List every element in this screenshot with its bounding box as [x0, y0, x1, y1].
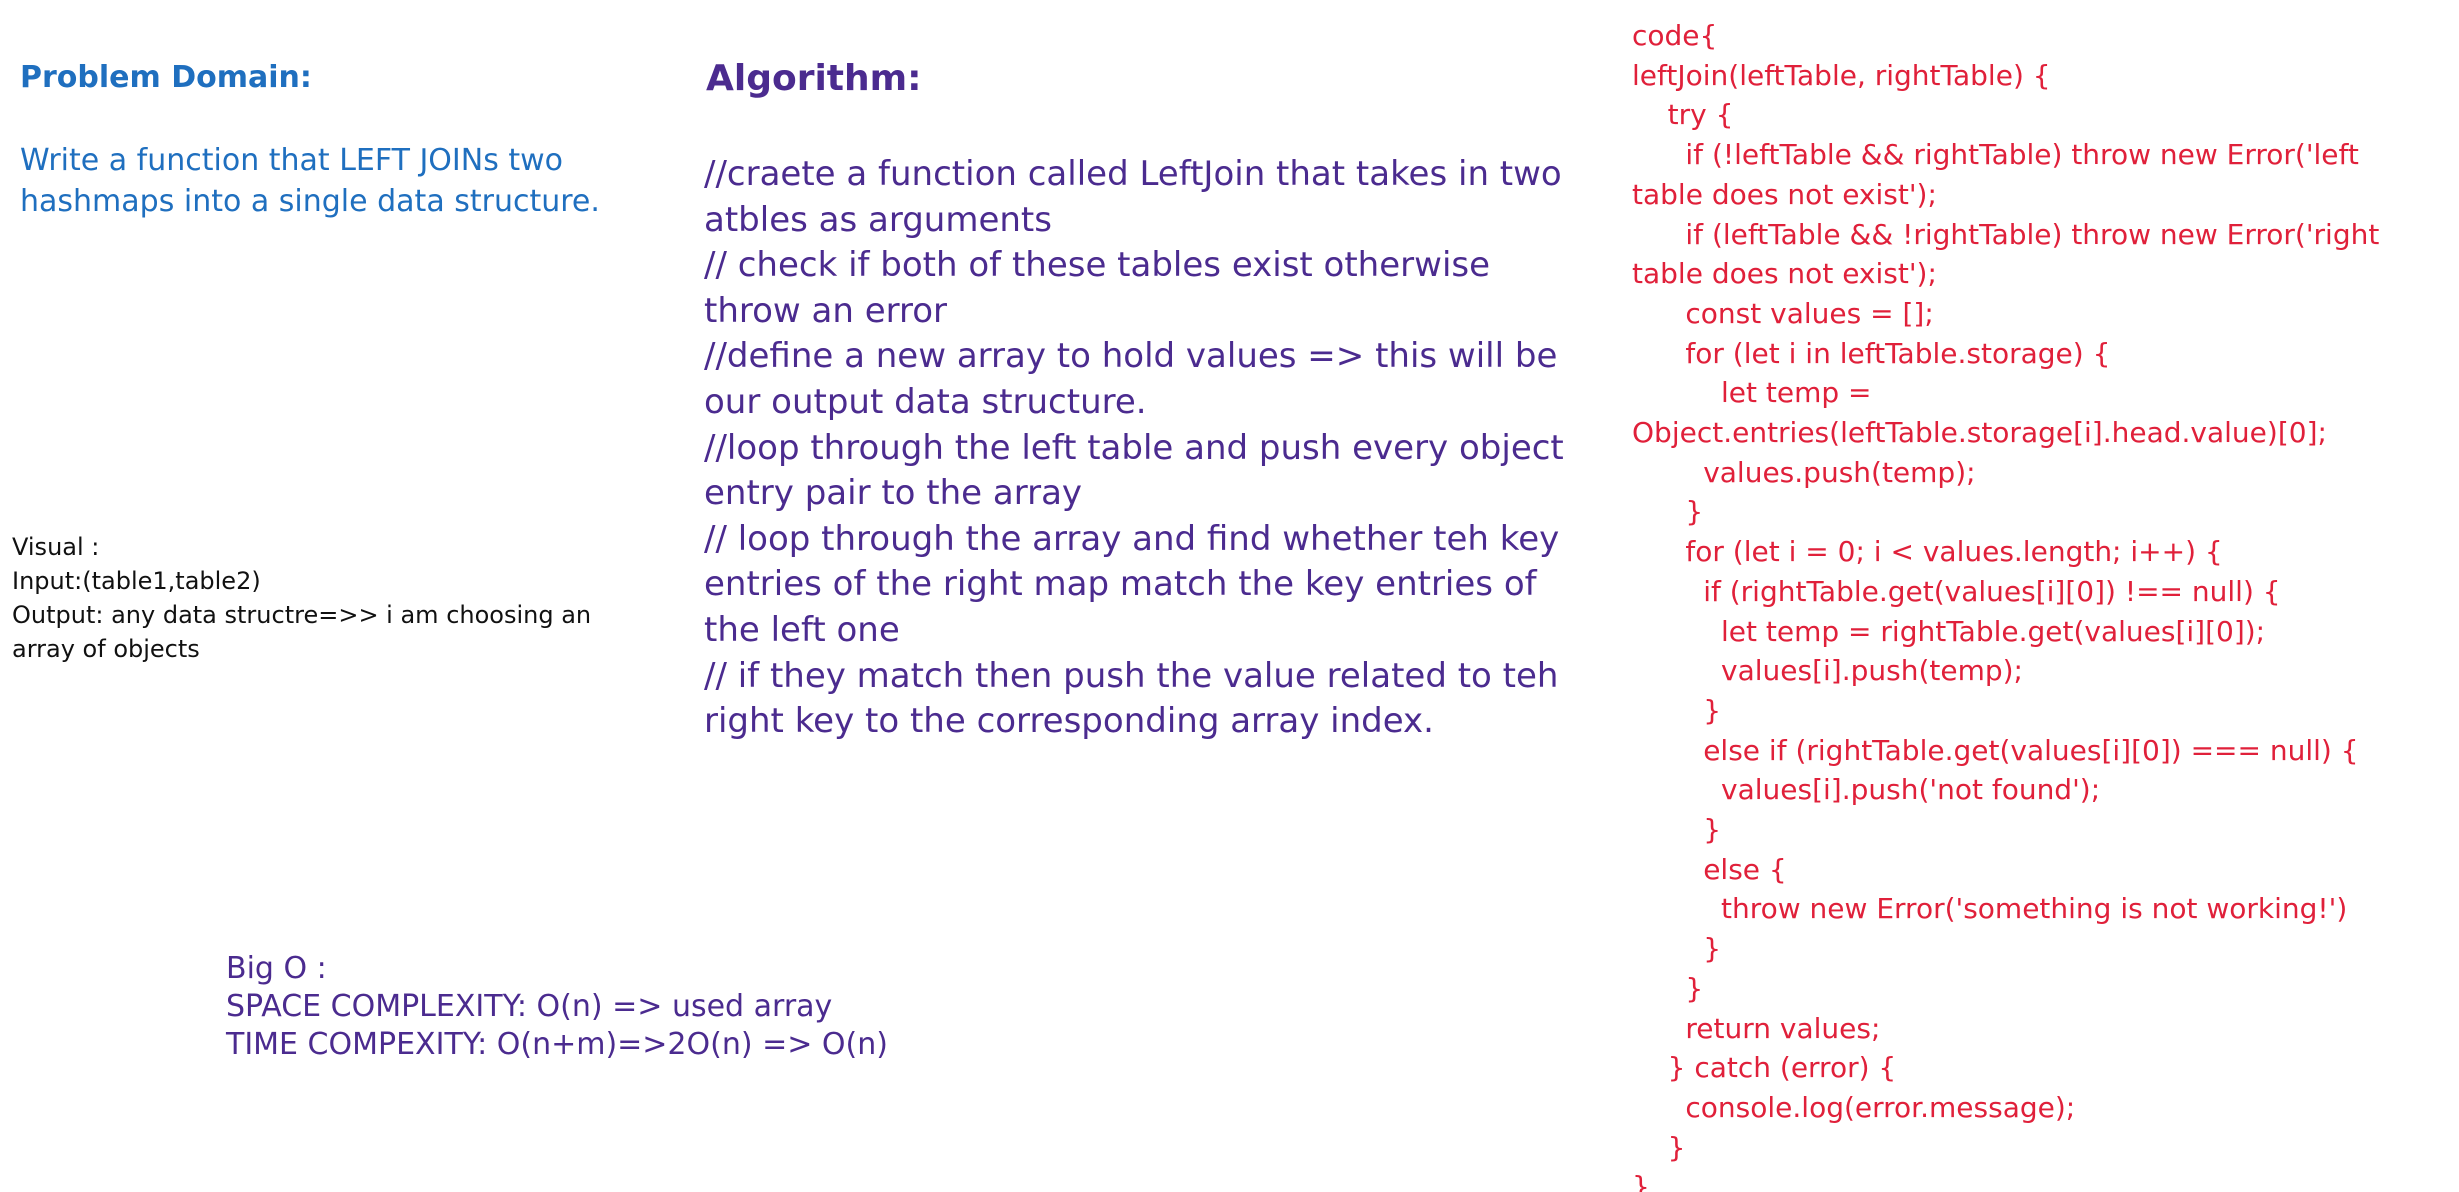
algorithm-step: //craete a function called LeftJoin that… [704, 154, 1562, 240]
code-line: let temp = [1632, 376, 1872, 410]
code-line: let temp = rightTable.get(values[i][0]); [1632, 614, 2266, 648]
code-line: table does not exist'); [1632, 257, 1937, 291]
algorithm-step: //loop through the left table and push e… [704, 427, 1564, 514]
code-line: } [1632, 813, 1722, 847]
code-line: try { [1632, 98, 1734, 132]
code-line: } catch (error) { [1632, 1051, 1897, 1085]
code-line: } [1632, 693, 1722, 727]
big-o-title: Big O : [226, 951, 327, 986]
code-line: if (leftTable && !rightTable) throw new … [1632, 217, 2380, 251]
algorithm-step: // if they match then push the value rel… [704, 655, 1559, 742]
space-complexity: SPACE COMPLEXITY: O(n) => used array [226, 989, 833, 1024]
code-line: values[i].push('not found'); [1632, 773, 2101, 807]
code-line: throw new Error('something is not workin… [1632, 892, 2348, 926]
algorithm-step: //define a new array to hold values => t… [704, 336, 1558, 422]
code-line: leftJoin(leftTable, rightTable) { [1632, 58, 2051, 92]
code-line: } [1632, 1130, 1686, 1164]
code-line: console.log(error.message); [1632, 1090, 2076, 1124]
problem-domain-description: Write a function that LEFT JOINs two has… [20, 143, 600, 219]
code-line: table does not exist'); [1632, 177, 1937, 211]
code-line: else { [1632, 852, 1787, 886]
visual-output: Output: any data structre=>> i am choosi… [12, 601, 592, 663]
code-line: Object.entries(leftTable.storage[i].head… [1632, 416, 2327, 450]
code-line: values[i].push(temp); [1632, 654, 2023, 688]
code-line: const values = []; [1632, 296, 1934, 330]
code-line: } [1632, 495, 1704, 529]
code-line: code{ [1632, 19, 1718, 52]
algorithm-step: // check if both of these tables exist o… [704, 245, 1491, 331]
algorithm-step: // loop through the array and find wheth… [704, 518, 1560, 650]
code-line: } [1632, 932, 1722, 966]
code-line: values.push(temp); [1632, 455, 1976, 489]
code-line: for (let i = 0; i < values.length; i++) … [1632, 535, 2223, 569]
big-o-section: Big O : SPACE COMPLEXITY: O(n) => used a… [226, 950, 888, 1064]
code-line: } [1632, 971, 1704, 1005]
code-line: else if (rightTable.get(values[i][0]) ==… [1632, 733, 2359, 767]
code-line: if (!leftTable && rightTable) throw new … [1632, 138, 2359, 172]
code-block: code{ leftJoin(leftTable, rightTable) { … [1632, 16, 2459, 1192]
visual-section: Visual : Input:(table1,table2) Output: a… [12, 530, 652, 666]
visual-label: Visual : [12, 533, 100, 561]
algorithm-steps: //craete a function called LeftJoin that… [704, 152, 1564, 745]
algorithm-title: Algorithm: [706, 58, 922, 99]
code-line: if (rightTable.get(values[i][0]) !== nul… [1632, 574, 2281, 608]
code-line: } [1632, 1170, 1650, 1192]
time-complexity: TIME COMPEXITY: O(n+m)=>2O(n) => O(n) [226, 1027, 888, 1062]
code-line: for (let i in leftTable.storage) { [1632, 336, 2111, 370]
code-line: return values; [1632, 1011, 1881, 1045]
problem-domain-title: Problem Domain: [20, 60, 312, 95]
visual-input: Input:(table1,table2) [12, 567, 261, 595]
